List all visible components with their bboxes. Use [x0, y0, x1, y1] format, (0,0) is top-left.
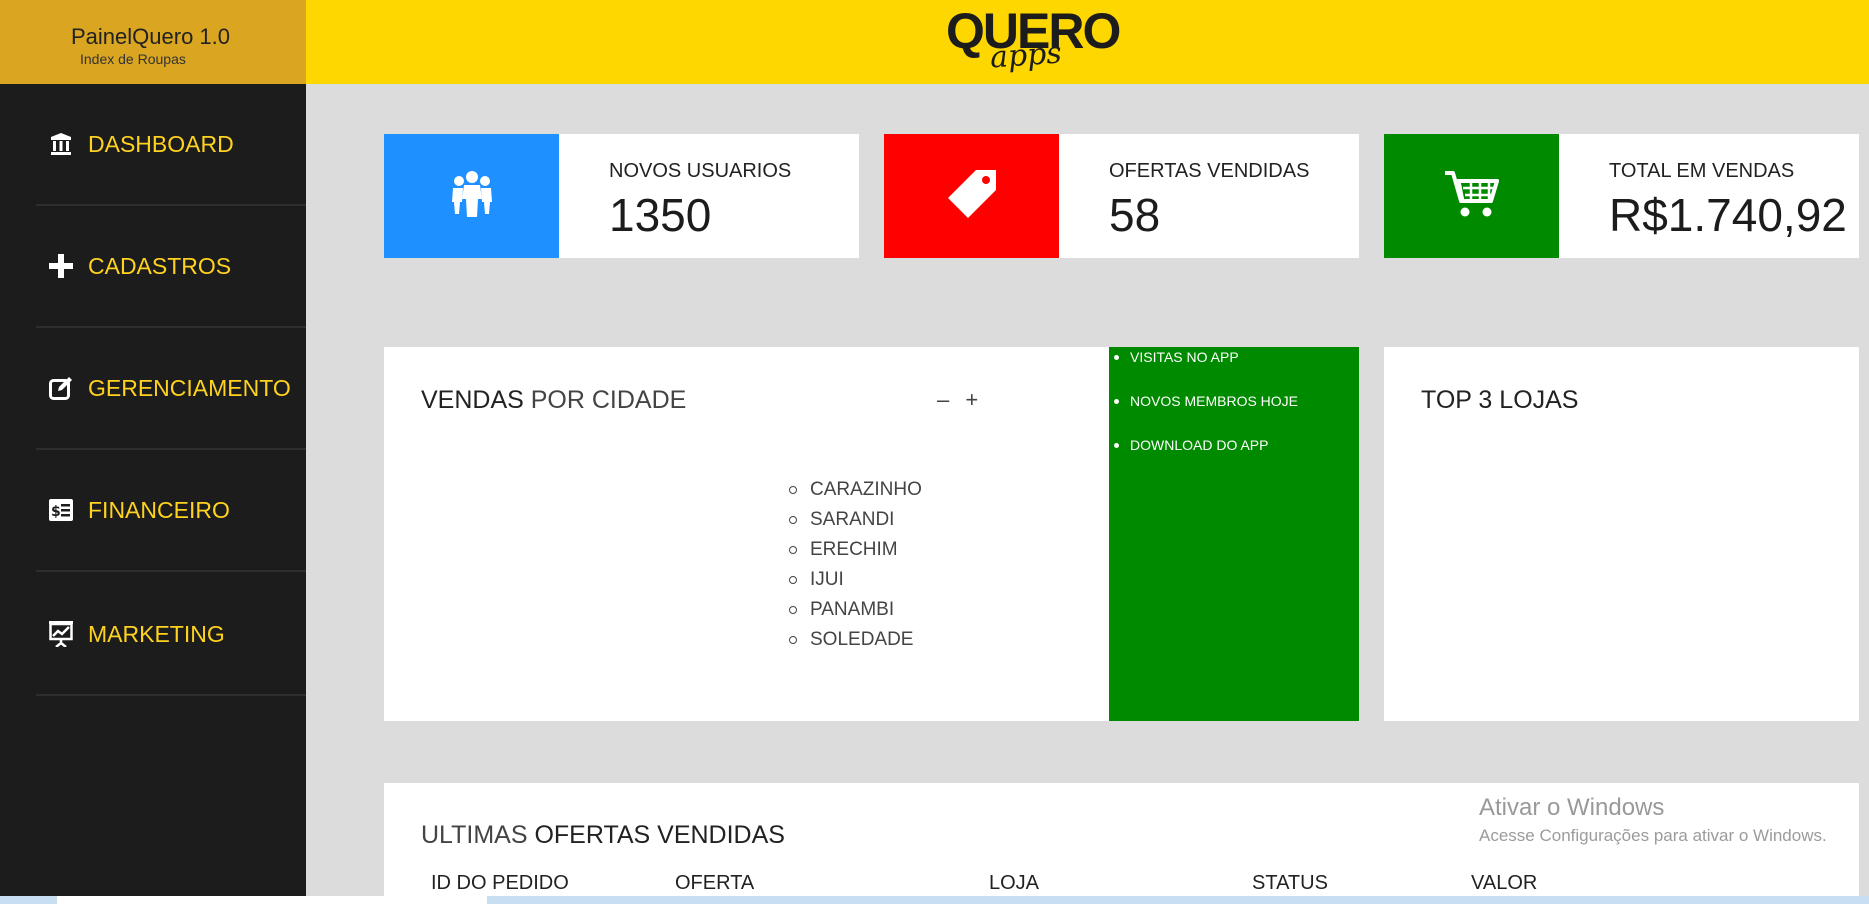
edit-icon [48, 375, 74, 401]
brand-panel: PainelQuero 1.0 Index de Roupas [0, 0, 306, 84]
panel-controls: – + [937, 387, 988, 413]
panel-title-bold: OFERTAS VENDIDAS [534, 821, 785, 849]
stat-label: NOVOS USUARIOS [609, 160, 792, 182]
list-item[interactable]: SOLEDADE [789, 625, 922, 655]
sidebar-item-gerenciamento[interactable]: GERENCIAMENTO [36, 328, 306, 450]
stat-value: R$1.740,92 [1609, 189, 1847, 241]
top-bar: QUERO apps [306, 0, 1869, 84]
app-title-bold: Quero [132, 24, 194, 49]
expand-button[interactable]: + [965, 387, 978, 412]
column-header[interactable]: VALOR [1471, 872, 1537, 895]
sidebar-item-dashboard[interactable]: DASHBOARD [36, 84, 306, 206]
app-title-light: Painel [71, 24, 133, 49]
stat-icon-box [884, 134, 1059, 258]
quero-apps-logo[interactable]: QUERO apps [938, 0, 1121, 84]
money-receipt-icon: $ [48, 497, 74, 523]
app-subtitle: Index de Roupas [80, 51, 186, 67]
sidebar-item-label: DASHBOARD [88, 130, 234, 157]
plus-icon [48, 253, 74, 279]
stat-icon-box [384, 134, 559, 258]
taskbar-segment [57, 896, 487, 904]
list-item[interactable]: ERECHIM [789, 535, 922, 565]
logo-script: apps [988, 35, 1063, 76]
sidebar-item-label: FINANCEIRO [88, 496, 230, 523]
list-item[interactable]: DOWNLOAD DO APP [1113, 437, 1268, 453]
presentation-chart-icon [48, 621, 74, 647]
list-item[interactable]: VISITAS NO APP [1114, 349, 1239, 365]
panel-title-light: POR CIDADE [523, 386, 687, 414]
vendas-por-cidade-panel: VENDAS POR CIDADE – + CARAZINHO SARANDI … [384, 347, 1109, 721]
panel-title: ULTIMAS OFERTAS VENDIDAS [421, 821, 785, 850]
list-item[interactable]: SARANDI [789, 505, 922, 535]
list-item[interactable]: IJUI [789, 565, 922, 595]
minimize-button[interactable]: – [937, 387, 949, 412]
windows-activation-text: Acesse Configurações para ativar o Windo… [1479, 826, 1827, 845]
stat-value: 58 [1109, 189, 1161, 241]
stat-card-ofertas-vendidas[interactable]: OFERTAS VENDIDAS 58 [884, 134, 1359, 258]
stat-value: 1350 [609, 189, 712, 241]
column-header[interactable]: STATUS [1252, 872, 1328, 895]
stat-label: OFERTAS VENDIDAS [1109, 160, 1310, 182]
taskbar-strip [0, 896, 1869, 904]
column-header[interactable]: LOJA [989, 872, 1039, 895]
stat-card-novos-usuarios[interactable]: NOVOS USUARIOS 1350 [384, 134, 859, 258]
list-item[interactable]: PANAMBI [789, 595, 922, 625]
tag-icon [946, 168, 998, 225]
app-stats-box: VISITAS NO APP NOVOS MEMBROS HOJE DOWNLO… [1109, 347, 1359, 721]
top-lojas-panel: TOP 3 LOJAS [1384, 347, 1859, 721]
stat-label: TOTAL EM VENDAS [1609, 160, 1795, 182]
users-icon [451, 170, 493, 223]
sidebar-item-label: CADASTROS [88, 252, 232, 279]
sidebar-item-marketing[interactable]: MARKETING [36, 574, 306, 696]
app-version: 1.0 [193, 24, 231, 49]
panel-title: VENDAS POR CIDADE [421, 386, 686, 415]
list-item[interactable]: NOVOS MEMBROS HOJE [1113, 393, 1298, 409]
column-header[interactable]: OFERTA [675, 872, 754, 895]
cart-icon [1443, 169, 1501, 224]
windows-activation-title: Ativar o Windows [1479, 794, 1665, 821]
list-item[interactable]: CARAZINHO [789, 475, 922, 505]
stat-card-total-em-vendas[interactable]: TOTAL EM VENDAS R$1.740,92 [1384, 134, 1859, 258]
bank-icon [48, 131, 74, 157]
sidebar-item-label: GERENCIAMENTO [88, 374, 291, 401]
panel-title-light: ULTIMAS [421, 821, 535, 849]
sidebar-item-label: MARKETING [88, 620, 225, 647]
app-title: PainelQuero 1.0 [71, 24, 230, 50]
svg-text:$: $ [51, 504, 61, 520]
panel-title-bold: VENDAS [421, 386, 524, 414]
panel-title: TOP 3 LOJAS [1421, 386, 1579, 414]
column-header[interactable]: ID DO PEDIDO [431, 872, 569, 895]
sidebar: DASHBOARD CADASTROS GERENCIAMENTO $ FINA… [0, 84, 306, 896]
city-list: CARAZINHO SARANDI ERECHIM IJUI PANAMBI S… [789, 475, 922, 655]
sidebar-item-cadastros[interactable]: CADASTROS [36, 206, 306, 328]
stat-icon-box [1384, 134, 1559, 258]
sidebar-item-financeiro[interactable]: $ FINANCEIRO [36, 450, 306, 572]
